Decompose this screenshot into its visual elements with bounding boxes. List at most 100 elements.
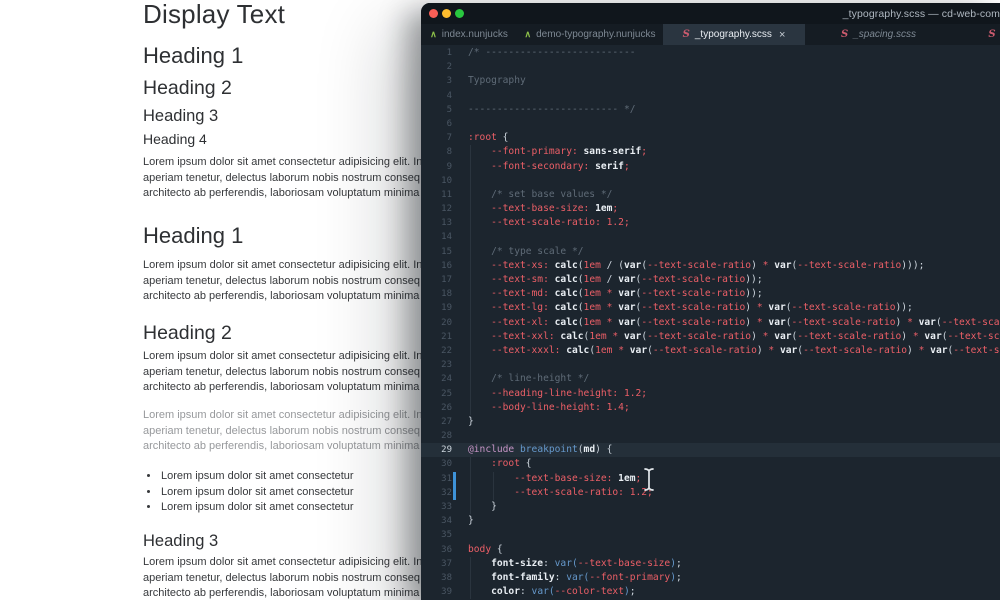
tab-colors-scss[interactable]: S _colors.scss — [952, 24, 1000, 45]
bullet-list: Lorem ipsum dolor sit amet consectetur L… — [160, 469, 354, 516]
code-text: } — [468, 415, 474, 427]
code-line[interactable]: 26 --body-line-height: 1.4; — [421, 400, 1000, 415]
code-line[interactable]: 32 --text-scale-ratio: 1.2; — [421, 485, 1000, 501]
indent-guide — [469, 500, 471, 515]
code-line[interactable]: 39 color: var(--color-text); — [421, 585, 1000, 600]
code-line[interactable]: 24 /* line-height */ — [421, 372, 1000, 387]
close-tab-icon[interactable]: × — [779, 29, 785, 41]
line-number: 30 — [441, 459, 452, 470]
line-number: 8 — [446, 147, 452, 158]
tab-demo-typography-nunjucks[interactable]: ∧ demo-typography.nunjucks — [517, 24, 663, 45]
code-text: /* type scale */ — [458, 244, 1000, 259]
code-line[interactable]: 15 /* type scale */ — [421, 244, 1000, 259]
code-text: :root { — [458, 457, 1000, 472]
code-line[interactable]: 7:root { — [421, 131, 1000, 145]
code-line[interactable]: 21 --text-xxl: calc(1em * var(--text-sca… — [421, 329, 1000, 344]
code-line[interactable]: 20 --text-xl: calc(1em * var(--text-scal… — [421, 315, 1000, 330]
code-text: --text-base-size: 1em; — [458, 202, 1000, 217]
indent-guide — [469, 457, 471, 472]
indent-guide — [469, 585, 471, 600]
code-text: --font-secondary: serif; — [458, 159, 1000, 174]
line-number: 2 — [446, 62, 452, 73]
code-line[interactable]: 27} — [421, 415, 1000, 429]
code-line[interactable]: 22 --text-xxxl: calc(1em * var(--text-sc… — [421, 343, 1000, 359]
code-editor[interactable]: 1/* -------------------------- 2 3 Typograp… — [421, 45, 1000, 600]
tab-label: index.nunjucks — [441, 29, 508, 40]
paragraph-line: architecto ab perferendis, laboriosam vo… — [143, 381, 420, 394]
code-line[interactable]: 3 Typography — [421, 74, 1000, 88]
code-line[interactable]: 34} — [421, 514, 1000, 528]
code-line[interactable]: 29 @include breakpoint(md) { — [421, 443, 1000, 458]
code-text: --text-md: calc(1em * var(--text-scale-r… — [458, 287, 1000, 302]
paragraph-line: aperiam tenetur, delectus laborum nobis … — [143, 171, 420, 184]
code-text: --font-primary: sans-serif; — [458, 145, 1000, 160]
code-line[interactable]: 1 /* -------------------------- — [421, 46, 1000, 60]
code-line[interactable]: 37 font-size: var(--text-base-size); — [421, 556, 1000, 571]
code-line[interactable]: 10 — [421, 173, 1000, 188]
line-number: 26 — [441, 402, 452, 413]
line-number: 5 — [446, 104, 452, 115]
code-line[interactable]: 11 /* set base values */ — [421, 187, 1000, 203]
code-line[interactable]: 19 --text-lg: calc(1em * var(--text-scal… — [421, 301, 1000, 316]
code-line[interactable]: 14 — [421, 230, 1000, 245]
code-line[interactable]: 23 — [421, 358, 1000, 373]
line-number: 22 — [441, 345, 452, 356]
code-line[interactable]: 12 --text-base-size: 1em; — [421, 202, 1000, 217]
code-line[interactable]: 18 --text-md: calc(1em * var(--text-scal… — [421, 287, 1000, 302]
zoom-window-button[interactable] — [455, 9, 464, 18]
code-text: --text-base-size: 1em; — [458, 471, 1000, 486]
code-line[interactable]: 6 — [421, 117, 1000, 131]
code-text: --text-sm: calc(1em / var(--text-scale-r… — [458, 273, 1000, 288]
list-item: Lorem ipsum dolor sit amet consectetur — [160, 469, 354, 485]
line-number: 13 — [441, 218, 452, 229]
indent-guide — [469, 329, 471, 344]
indent-guide — [469, 372, 471, 387]
code-line[interactable]: 38 font-family: var(--font-primary); — [421, 570, 1000, 586]
code-text: font-size: var(--text-base-size); — [458, 556, 1000, 571]
code-line[interactable]: 2 — [421, 60, 1000, 74]
line-number: 15 — [441, 246, 452, 257]
code-text: } — [458, 500, 1000, 515]
line-number: 18 — [441, 289, 452, 300]
tab-typography-scss[interactable]: S _typography.scss × — [663, 24, 805, 45]
close-window-button[interactable] — [429, 9, 438, 18]
tab-spacing-scss[interactable]: S _spacing.scss — [805, 24, 952, 45]
code-line[interactable]: 17 --text-sm: calc(1em / var(--text-scal… — [421, 273, 1000, 288]
code-line[interactable]: 25 --heading-line-height: 1.2; — [421, 386, 1000, 401]
indent-guide — [469, 230, 471, 245]
heading-1: Heading 1 — [143, 223, 244, 248]
list-item: Lorem ipsum dolor sit amet consectetur — [160, 485, 354, 501]
code-line[interactable]: 28 — [421, 429, 1000, 443]
paragraph-line: Lorem ipsum dolor sit amet consectetur a… — [143, 409, 423, 421]
paragraph-line: aperiam tenetur, delectus laborum nobis … — [143, 365, 420, 378]
code-line[interactable]: 13 --text-scale-ratio: 1.2; — [421, 216, 1000, 231]
code-text — [458, 173, 1000, 188]
indent-guide — [469, 471, 471, 486]
code-line[interactable]: 9 --font-secondary: serif; — [421, 159, 1000, 174]
code-text: -------------------------- */ — [468, 103, 636, 115]
code-text: /* line-height */ — [458, 372, 1000, 387]
paragraph-line: aperiam tenetur, delectus laborum nobis … — [143, 571, 420, 584]
minimize-window-button[interactable] — [442, 9, 451, 18]
code-line[interactable]: 30 :root { — [421, 457, 1000, 472]
code-line[interactable]: 35 — [421, 528, 1000, 542]
code-line[interactable]: 4 — [421, 89, 1000, 103]
line-number: 38 — [441, 572, 452, 583]
code-line[interactable]: 36 body { — [421, 543, 1000, 557]
code-line[interactable]: 5 -------------------------- */ — [421, 103, 1000, 117]
code-text — [458, 230, 1000, 245]
code-line[interactable]: 33 } — [421, 500, 1000, 515]
indent-guide — [469, 315, 471, 330]
titlebar[interactable]: _typography.scss — cd-web-com — [421, 3, 1000, 24]
code-line[interactable]: 8 --font-primary: sans-serif; — [421, 145, 1000, 160]
indent-guide — [469, 258, 471, 273]
paragraph-line: architecto ab perferendis, laboriosam vo… — [143, 290, 420, 303]
muted-paragraph: Lorem ipsum dolor sit amet consectetur a… — [143, 408, 422, 455]
code-line[interactable]: 16 --text-xs: calc(1em / (var(--text-sca… — [421, 258, 1000, 273]
line-number: 16 — [441, 260, 452, 271]
tab-index-nunjucks[interactable]: ∧ index.nunjucks — [421, 24, 517, 45]
code-line[interactable]: 31 --text-base-size: 1em; — [421, 471, 1000, 487]
code-text: color: var(--color-text); — [458, 585, 1000, 600]
